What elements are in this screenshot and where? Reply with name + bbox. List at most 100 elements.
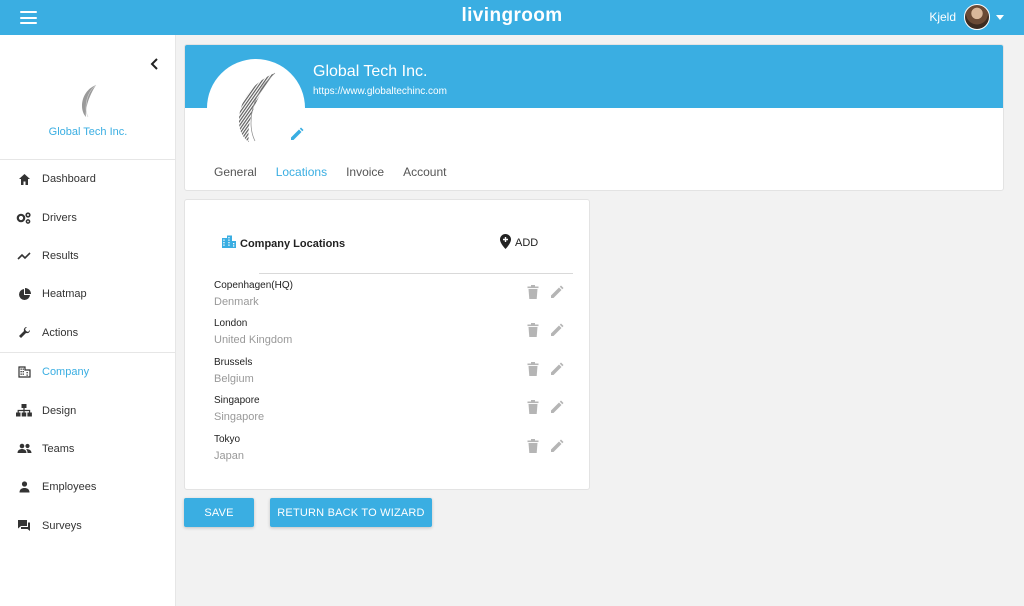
- company-tabs: General Locations Invoice Account: [214, 165, 465, 179]
- edit-location-button[interactable]: [549, 285, 564, 300]
- caret-down-icon[interactable]: [996, 14, 1004, 20]
- locations-title: Company Locations: [221, 235, 345, 252]
- trending-icon: [16, 248, 32, 264]
- list-item: London United Kingdom: [214, 317, 564, 355]
- pencil-icon: [551, 439, 564, 452]
- sidebar-item-employees[interactable]: Employees: [0, 468, 175, 506]
- edit-location-button[interactable]: [549, 323, 564, 338]
- sidebar-item-label: Employees: [42, 481, 97, 494]
- trash-icon: [527, 400, 539, 415]
- list-item: Tokyo Japan: [214, 433, 564, 471]
- sidebar-item-label: Surveys: [42, 519, 82, 532]
- sidebar-item-label: Drivers: [42, 211, 77, 224]
- pencil-icon: [551, 323, 564, 337]
- top-bar: livingroom Kjeld: [0, 0, 1024, 35]
- brand-logo: livingroom: [461, 5, 563, 26]
- sidebar-item-actions[interactable]: Actions: [0, 314, 175, 352]
- locations-card: Company Locations ADD Copenhagen(HQ) Den…: [184, 199, 590, 490]
- chevron-left-icon[interactable]: [148, 57, 162, 71]
- sidebar: Global Tech Inc. Dashboard Drivers Resul…: [0, 35, 176, 606]
- user-menu[interactable]: Kjeld: [929, 4, 1004, 30]
- add-location-label: ADD: [515, 237, 539, 249]
- sidebar-item-label: Results: [42, 249, 79, 262]
- trash-icon: [527, 285, 539, 299]
- company-logo-icon: [239, 72, 276, 142]
- company-header-card: Global Tech Inc. https://www.globaltechi…: [184, 44, 1004, 191]
- delete-location-button[interactable]: [527, 438, 539, 454]
- add-location-button[interactable]: ADD: [500, 234, 538, 252]
- people-icon: [16, 441, 32, 457]
- tab-general[interactable]: General: [214, 165, 257, 179]
- locations-list: Copenhagen(HQ) Denmark London United Kin…: [214, 279, 564, 471]
- sidebar-item-design[interactable]: Design: [0, 391, 175, 429]
- delete-location-button[interactable]: [527, 285, 539, 300]
- gears-icon: [16, 210, 32, 226]
- city-icon: [221, 235, 237, 252]
- list-item: Singapore Singapore: [214, 394, 564, 432]
- company-name: Global Tech Inc.: [313, 63, 428, 80]
- sidebar-nav: Dashboard Drivers Results Heatmap Action…: [0, 159, 175, 545]
- trash-icon: [527, 438, 539, 453]
- avatar[interactable]: [964, 4, 990, 30]
- save-button[interactable]: SAVE: [184, 498, 254, 527]
- location-city: Copenhagen(HQ): [214, 280, 293, 291]
- user-name: Kjeld: [929, 10, 956, 24]
- sidebar-item-dashboard[interactable]: Dashboard: [0, 160, 175, 198]
- sidebar-company-logo: Global Tech Inc.: [0, 84, 176, 138]
- return-to-wizard-button[interactable]: RETURN BACK TO WIZARD: [270, 498, 432, 527]
- locations-title-text: Company Locations: [240, 237, 346, 250]
- location-country: Denmark: [214, 296, 259, 308]
- pencil-icon: [551, 400, 564, 414]
- company-url[interactable]: https://www.globaltechinc.com: [313, 86, 447, 97]
- home-icon: [16, 171, 32, 187]
- locations-divider: [259, 273, 573, 274]
- location-country: Singapore: [214, 411, 265, 424]
- tab-invoice[interactable]: Invoice: [346, 165, 384, 179]
- sidebar-item-label: Company: [42, 366, 90, 379]
- location-country: United Kingdom: [214, 334, 293, 347]
- location-city: Singapore: [214, 395, 260, 407]
- edit-location-button[interactable]: [549, 439, 564, 454]
- sidebar-item-surveys[interactable]: Surveys: [0, 507, 175, 545]
- sidebar-item-drivers[interactable]: Drivers: [0, 198, 175, 236]
- location-city: Brussels: [214, 356, 253, 368]
- sidebar-item-label: Dashboard: [42, 173, 96, 186]
- sidebar-item-label: Design: [42, 404, 77, 417]
- company-logo-icon: [82, 84, 97, 118]
- list-item: Copenhagen(HQ) Denmark: [214, 279, 564, 317]
- sidebar-item-label: Actions: [42, 326, 79, 339]
- map-pin-icon: [500, 234, 511, 252]
- edit-logo-button[interactable]: [289, 127, 304, 147]
- trash-icon: [527, 323, 539, 338]
- trash-icon: [527, 361, 539, 376]
- wrench-icon: [16, 325, 32, 341]
- pie-chart-icon: [16, 286, 32, 302]
- delete-location-button[interactable]: [527, 323, 539, 338]
- hierarchy-icon: [16, 403, 32, 419]
- sidebar-item-teams[interactable]: Teams: [0, 430, 175, 468]
- tab-account[interactable]: Account: [403, 165, 446, 179]
- sidebar-item-results[interactable]: Results: [0, 237, 175, 275]
- location-city: London: [214, 318, 248, 330]
- tab-locations[interactable]: Locations: [276, 165, 327, 179]
- company-header-band: [185, 45, 1003, 108]
- sidebar-item-company[interactable]: Company: [0, 353, 175, 391]
- chat-icon: [16, 518, 32, 534]
- building-icon: [16, 364, 32, 380]
- sidebar-item-label: Teams: [42, 442, 75, 455]
- location-city: Tokyo: [214, 433, 241, 445]
- sidebar-item-heatmap[interactable]: Heatmap: [0, 275, 175, 313]
- delete-location-button[interactable]: [527, 361, 539, 377]
- location-country: Belgium: [214, 372, 254, 385]
- location-country: Japan: [214, 449, 244, 462]
- sidebar-company-name[interactable]: Global Tech Inc.: [0, 126, 176, 138]
- pencil-icon: [291, 127, 304, 140]
- sidebar-item-label: Heatmap: [42, 288, 87, 301]
- delete-location-button[interactable]: [527, 400, 539, 415]
- edit-location-button[interactable]: [549, 362, 564, 377]
- list-item: Brussels Belgium: [214, 356, 564, 394]
- edit-location-button[interactable]: [549, 400, 564, 415]
- pencil-icon: [551, 362, 564, 375]
- pencil-icon: [551, 285, 564, 298]
- person-icon: [16, 479, 32, 495]
